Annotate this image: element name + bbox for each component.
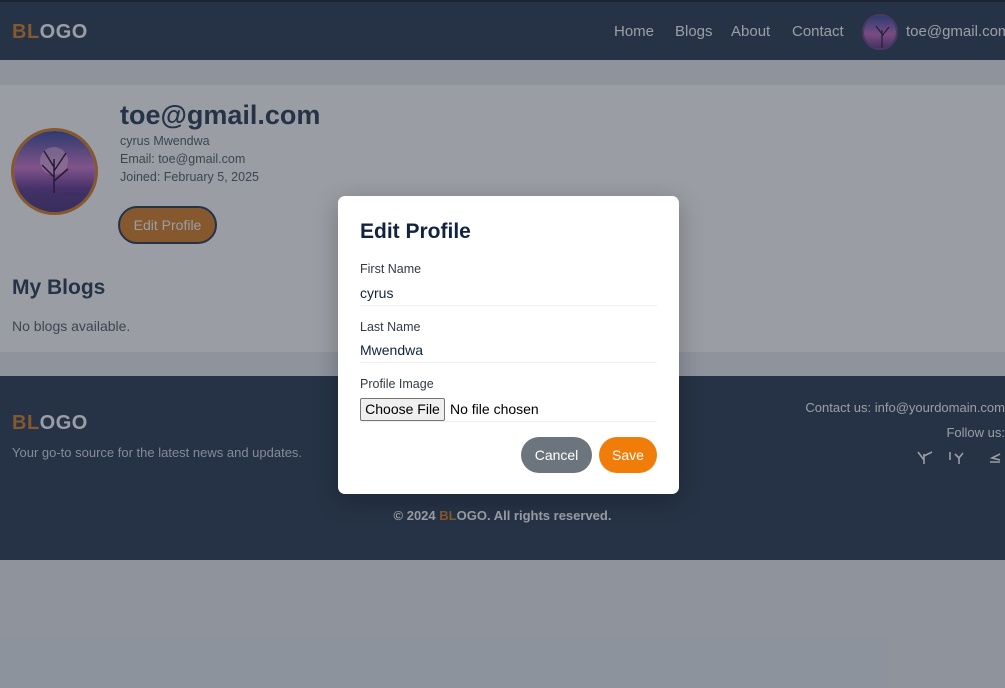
- file-status-text: No file chosen: [450, 401, 539, 417]
- cancel-button[interactable]: Cancel: [521, 437, 592, 473]
- choose-file-button[interactable]: Choose File: [360, 398, 445, 421]
- last-name-input[interactable]: [360, 337, 657, 363]
- last-name-label: Last Name: [360, 320, 421, 334]
- first-name-label: First Name: [360, 262, 422, 276]
- profile-image-label: Profile Image: [360, 377, 434, 391]
- profile-image-input[interactable]: Choose File No file chosen: [360, 398, 657, 422]
- edit-profile-modal: Edit Profile First Name Last Name Profil…: [338, 196, 679, 494]
- first-name-input[interactable]: [360, 280, 657, 306]
- modal-title: Edit Profile: [360, 220, 471, 243]
- save-button[interactable]: Save: [599, 437, 657, 473]
